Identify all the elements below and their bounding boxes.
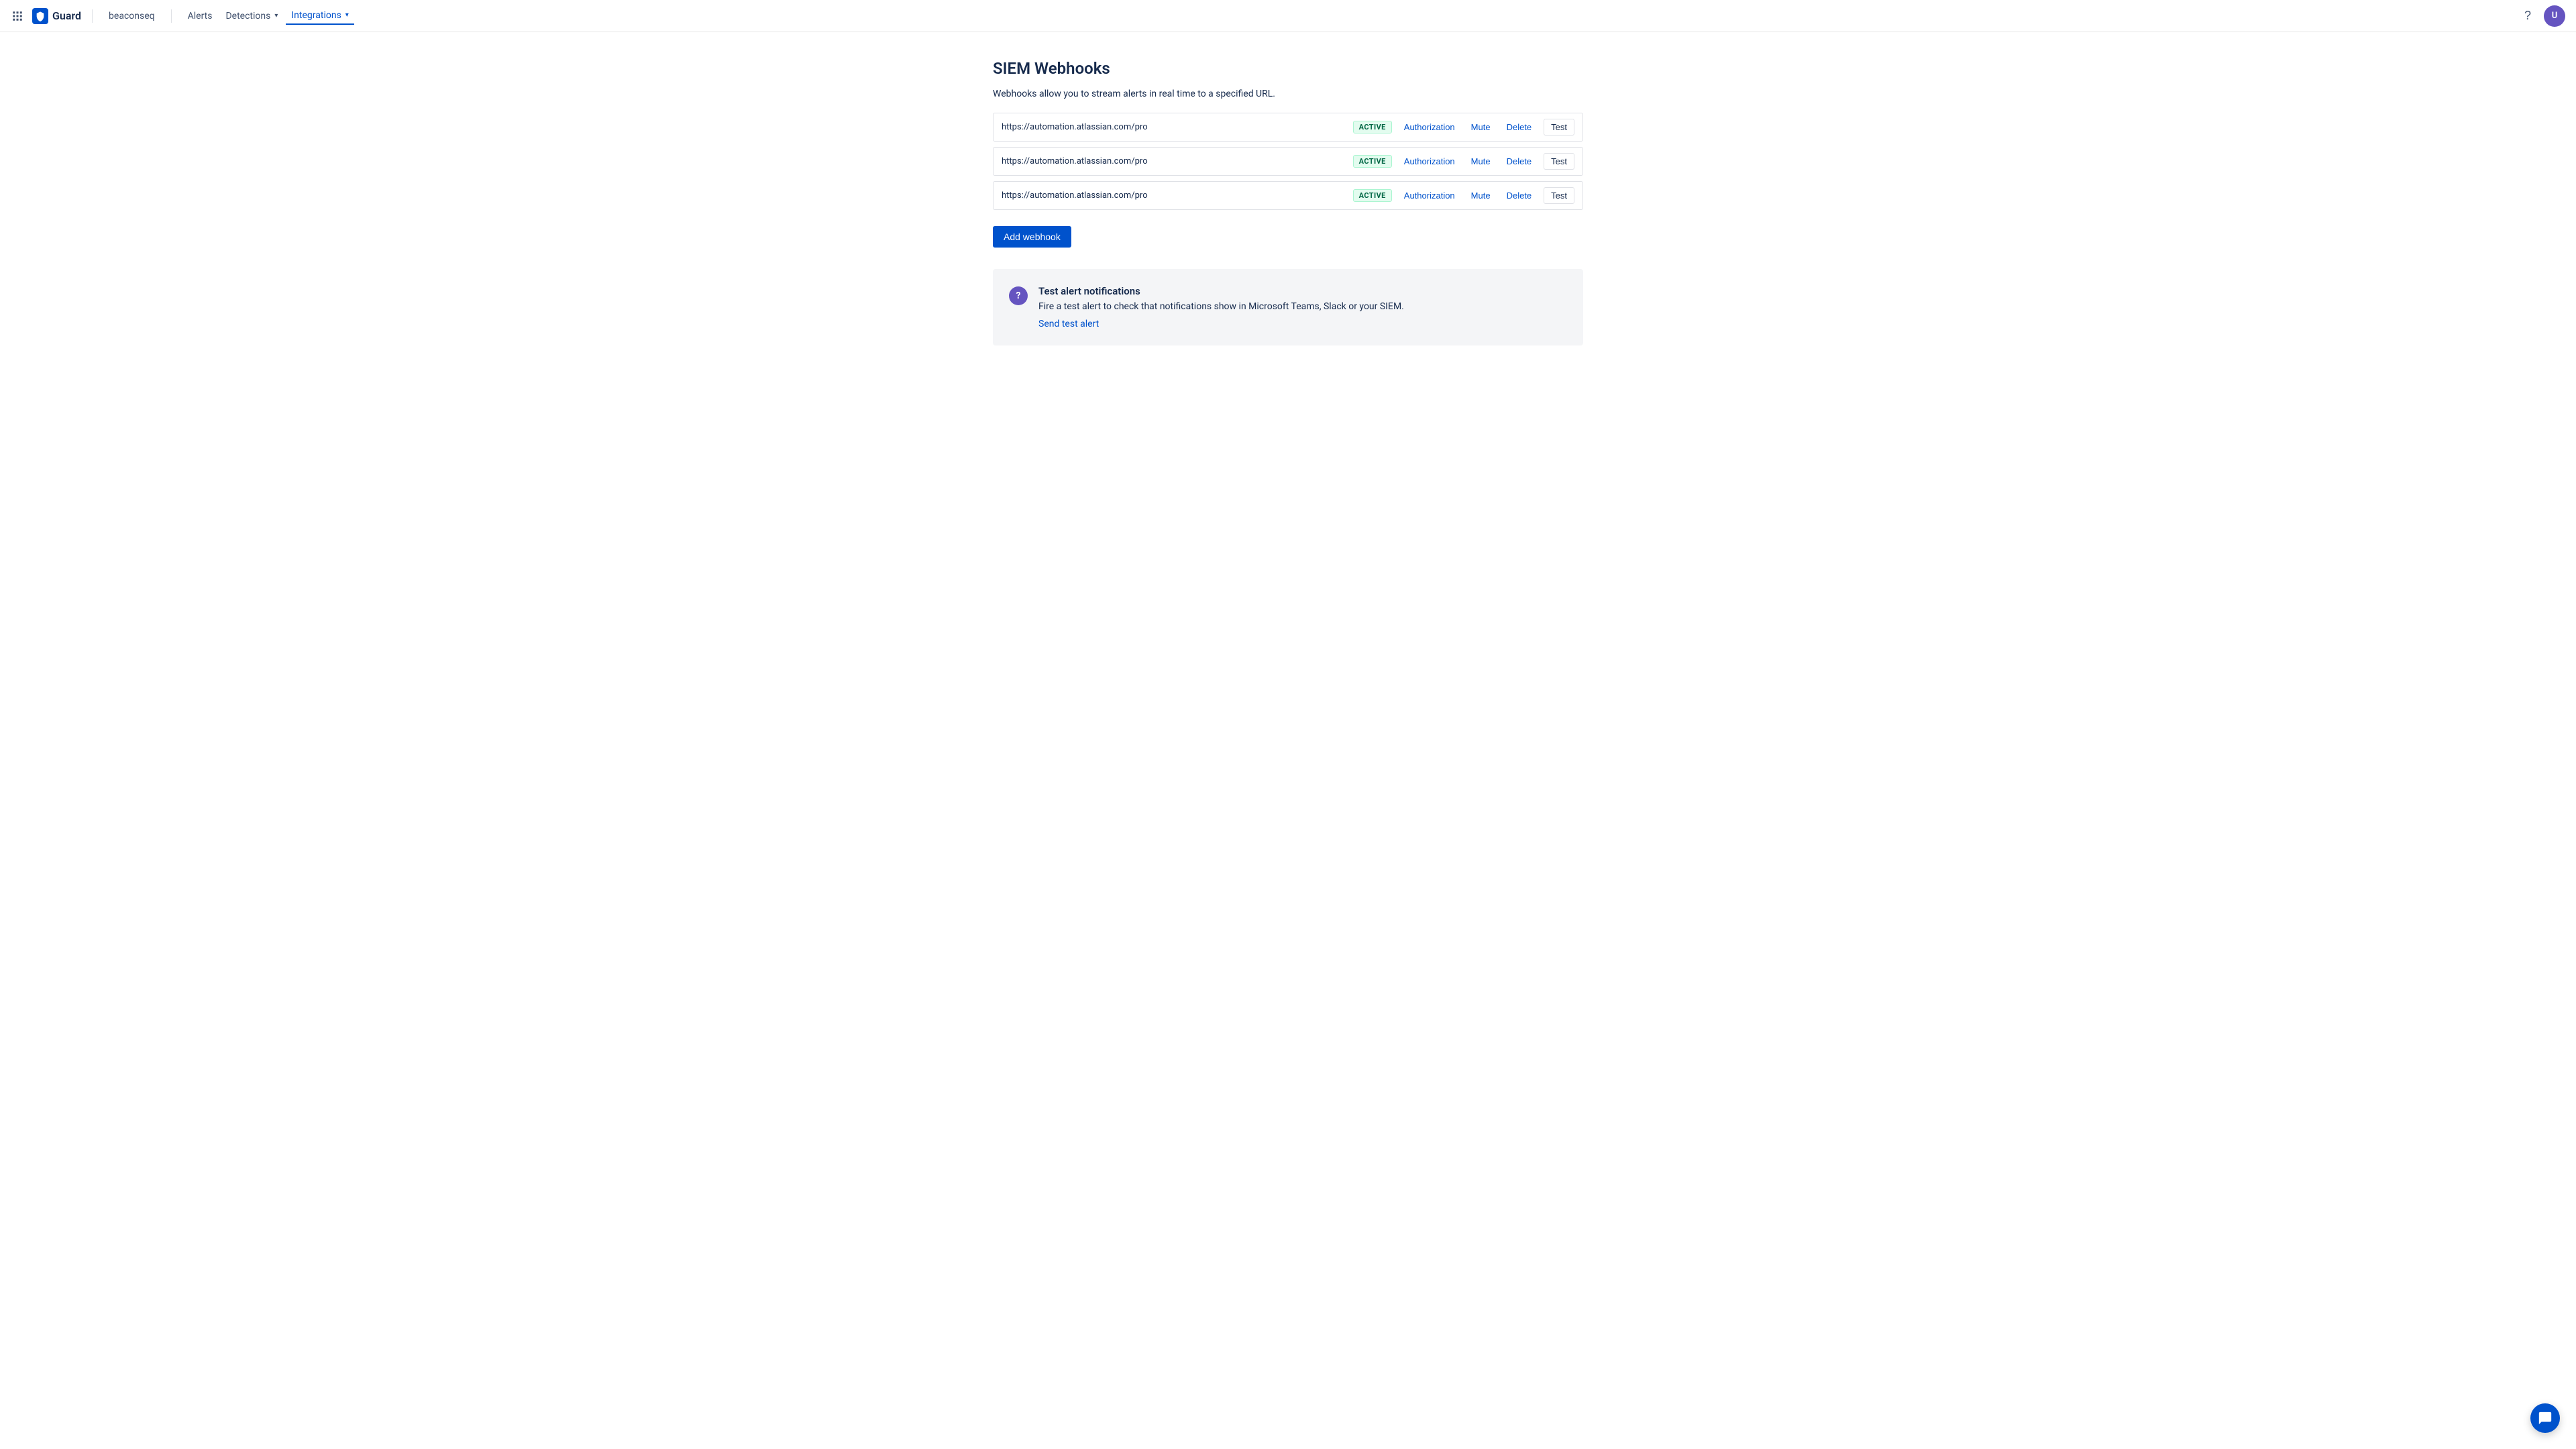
delete-button-1[interactable]: Delete	[1503, 119, 1536, 135]
test-alert-box: ? Test alert notifications Fire a test a…	[993, 269, 1583, 345]
delete-button-3[interactable]: Delete	[1503, 188, 1536, 203]
add-webhook-button[interactable]: Add webhook	[993, 226, 1071, 248]
table-row: https://automation.atlassian.com/pro ACT…	[993, 181, 1583, 210]
table-row: https://automation.atlassian.com/pro ACT…	[993, 147, 1583, 176]
webhook-url-1: https://automation.atlassian.com/pro	[1002, 122, 1345, 132]
navbar-right: ? U	[2517, 5, 2565, 27]
nav-divider	[92, 9, 93, 23]
page-title: SIEM Webhooks	[993, 59, 1583, 78]
delete-button-2[interactable]: Delete	[1503, 154, 1536, 169]
authorization-button-1[interactable]: Authorization	[1400, 119, 1459, 135]
mute-button-1[interactable]: Mute	[1467, 119, 1495, 135]
nav-links: Alerts Detections ▾ Integrations ▾	[182, 7, 354, 25]
help-button[interactable]: ?	[2517, 5, 2538, 27]
test-button-3[interactable]: Test	[1544, 187, 1574, 204]
mute-button-2[interactable]: Mute	[1467, 154, 1495, 169]
webhook-url-2: https://automation.atlassian.com/pro	[1002, 156, 1345, 166]
chevron-down-icon: ▾	[274, 12, 278, 19]
nav-divider-2	[171, 9, 172, 23]
status-badge-3: ACTIVE	[1353, 189, 1392, 202]
nav-link-detections[interactable]: Detections ▾	[220, 8, 283, 24]
navbar: Guard beaconseq Alerts Detections ▾ Inte…	[0, 0, 2576, 32]
nav-link-integrations[interactable]: Integrations ▾	[286, 7, 354, 25]
mute-button-3[interactable]: Mute	[1467, 188, 1495, 203]
brand-logo-area[interactable]: Guard	[32, 8, 81, 24]
grid-icon[interactable]	[11, 9, 24, 23]
webhook-url-3: https://automation.atlassian.com/pro	[1002, 191, 1345, 201]
nav-workspace[interactable]: beaconseq	[103, 8, 160, 24]
chevron-down-icon-2: ▾	[345, 11, 349, 19]
test-alert-content: Test alert notifications Fire a test ale…	[1038, 285, 1567, 329]
question-icon: ?	[1009, 286, 1028, 305]
test-button-1[interactable]: Test	[1544, 119, 1574, 136]
navbar-left: Guard beaconseq Alerts Detections ▾ Inte…	[11, 7, 2517, 25]
test-button-2[interactable]: Test	[1544, 153, 1574, 170]
page-description: Webhooks allow you to stream alerts in r…	[993, 89, 1583, 99]
test-alert-description: Fire a test alert to check that notifica…	[1038, 301, 1567, 312]
status-badge-2: ACTIVE	[1353, 155, 1392, 168]
main-content: SIEM Webhooks Webhooks allow you to stre…	[953, 32, 1623, 372]
chat-bubble-button[interactable]	[2530, 1403, 2560, 1433]
authorization-button-2[interactable]: Authorization	[1400, 154, 1459, 169]
brand-logo-icon	[32, 8, 48, 24]
nav-link-alerts[interactable]: Alerts	[182, 8, 218, 24]
brand-name: Guard	[52, 9, 81, 22]
authorization-button-3[interactable]: Authorization	[1400, 188, 1459, 203]
test-alert-title: Test alert notifications	[1038, 285, 1567, 297]
webhook-list: https://automation.atlassian.com/pro ACT…	[993, 113, 1583, 210]
status-badge-1: ACTIVE	[1353, 121, 1392, 133]
table-row: https://automation.atlassian.com/pro ACT…	[993, 113, 1583, 142]
avatar[interactable]: U	[2544, 5, 2565, 27]
send-test-alert-link[interactable]: Send test alert	[1038, 319, 1099, 329]
